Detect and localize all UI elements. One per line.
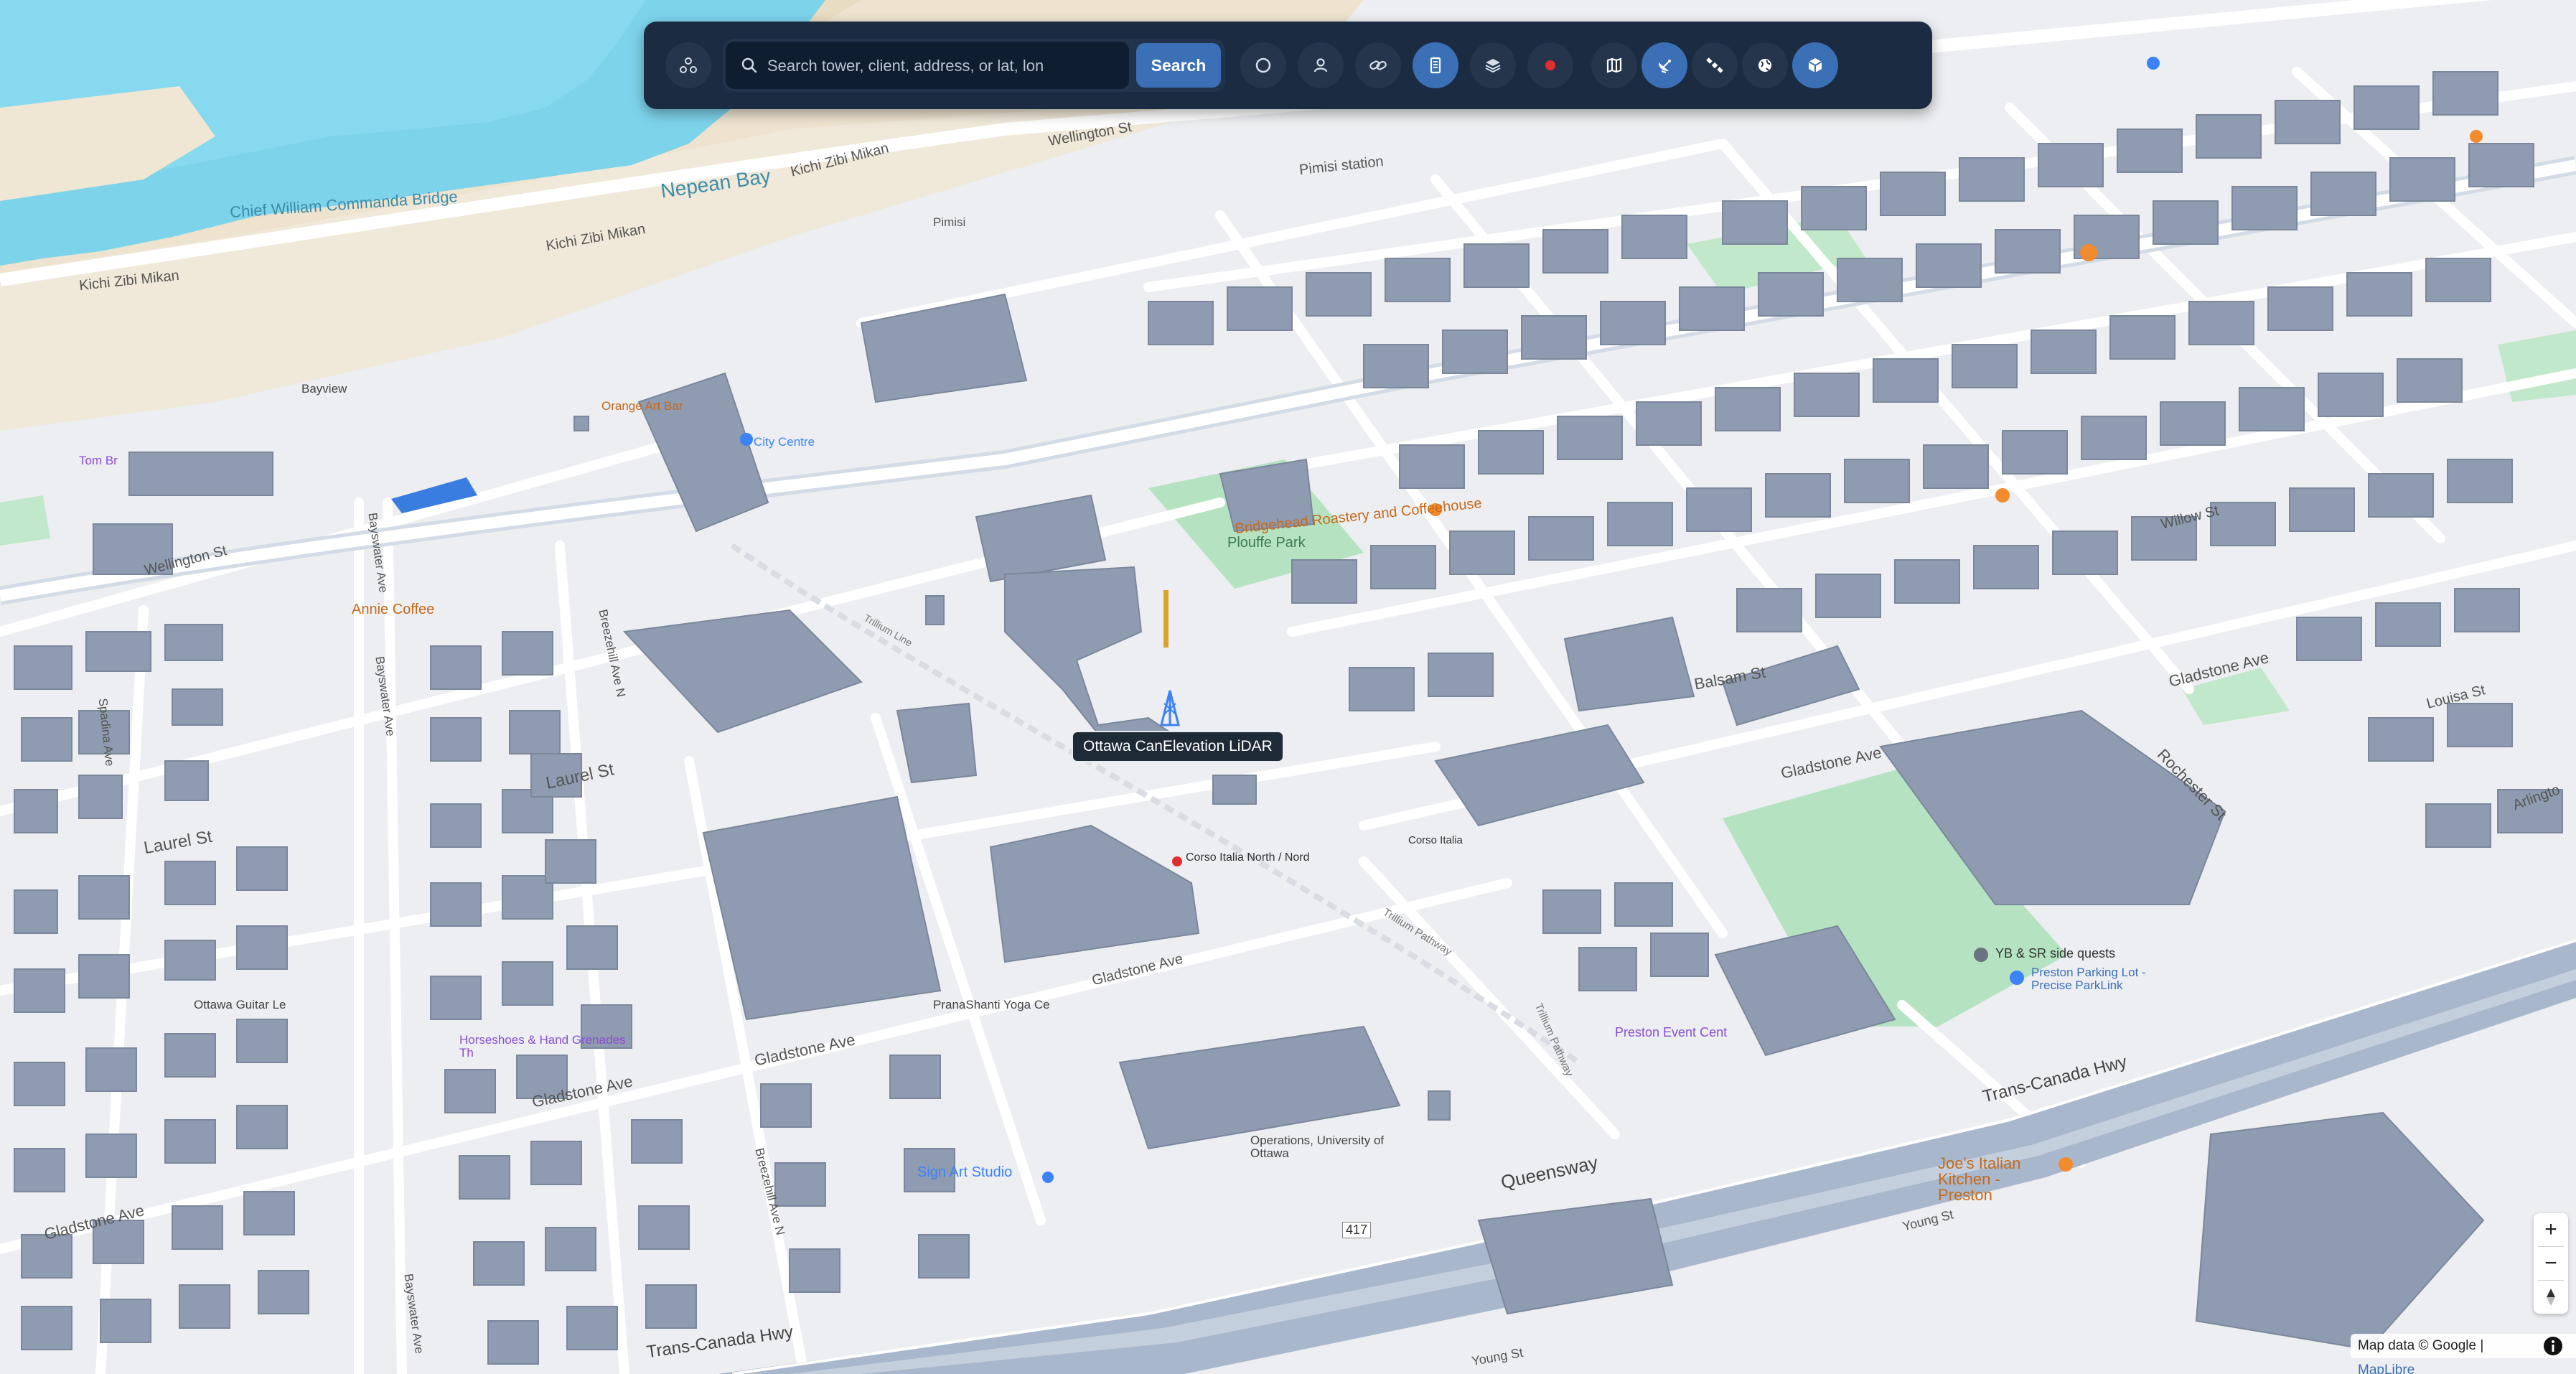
info-icon[interactable]: [2542, 1335, 2564, 1357]
label-preston-event: Preston Event Cent: [1615, 1025, 1728, 1039]
globe-button[interactable]: [1742, 42, 1788, 88]
label-sign-art-studio: Sign Art Studio: [917, 1164, 1013, 1180]
search-icon: [741, 57, 757, 73]
satellite-button[interactable]: [1692, 42, 1738, 88]
label-corso-italia: Corso Italia: [1408, 834, 1463, 846]
label-ottawa-guitar: Ottawa Guitar Le: [194, 998, 286, 1011]
maplibre-link[interactable]: MapLibre: [2358, 1363, 2415, 1374]
label-joes-italian: Joe's Italian Kitchen - Preston: [1938, 1154, 2021, 1204]
label-hwy-417: 417: [1342, 1222, 1372, 1238]
folded-map-icon: [1606, 57, 1622, 73]
compass-icon: [2547, 1289, 2555, 1306]
compass-button[interactable]: [2534, 1281, 2568, 1314]
link-button[interactable]: [1355, 42, 1401, 88]
cube-icon: [1808, 58, 1822, 73]
record-dot-icon: [1545, 60, 1555, 70]
layers-button[interactable]: [1470, 42, 1516, 88]
map-view-button[interactable]: [1591, 42, 1637, 88]
dish-antenna-button[interactable]: [1641, 42, 1687, 88]
record-button[interactable]: [1527, 42, 1573, 88]
top-toolbar: Search: [644, 22, 1932, 109]
3d-view-button[interactable]: [1792, 42, 1838, 88]
globe-icon: [1758, 59, 1771, 72]
map-canvas[interactable]: Nepean Bay Kichi Zibi Mikan Kichi Zibi M…: [0, 0, 2576, 1374]
tower-pole: [1163, 590, 1168, 648]
zoom-out-button[interactable]: −: [2534, 1247, 2568, 1280]
label-horseshoes: Horseshoes & Hand Grenades Th: [459, 1033, 626, 1060]
label-orange-art-bar: Orange Art Bar: [601, 399, 683, 413]
search-container: Search: [723, 39, 1225, 92]
tooltip-label: Ottawa CanElevation LiDAR: [1083, 738, 1273, 754]
label-tom-brown: Tom Br: [79, 454, 118, 467]
label-ottawa-operations: Operations, University of Ottawa: [1250, 1134, 1385, 1160]
label-bayview: Bayview: [301, 382, 347, 396]
network-nodes-icon: [680, 57, 697, 73]
tower-tooltip: Ottawa CanElevation LiDAR: [1072, 731, 1284, 762]
layers-icon: [1485, 59, 1501, 73]
circle-icon: [1255, 57, 1271, 73]
label-annie-coffee: Annie Coffee: [352, 602, 435, 617]
tower-network-button[interactable]: [665, 42, 711, 88]
label-preston-parking: Preston Parking Lot - Precise ParkLink: [2031, 966, 2146, 992]
search-box: [726, 42, 1129, 90]
search-input[interactable]: [766, 42, 1128, 90]
search-button[interactable]: Search: [1136, 43, 1221, 88]
label-city-centre: City Centre: [754, 435, 815, 449]
satellite-icon: [1706, 57, 1723, 73]
zoom-controls: + −: [2534, 1213, 2568, 1314]
circle-tool-button[interactable]: [1240, 42, 1286, 88]
zoom-in-button[interactable]: +: [2534, 1213, 2568, 1246]
attribution-text: Map data © Google |: [2358, 1338, 2484, 1353]
label-yb-sr: YB & SR side quests: [1995, 946, 2116, 961]
label-corso-italia-north: Corso Italia North / Nord: [1186, 851, 1310, 864]
link-icon: [1369, 60, 1387, 70]
person-icon: [1313, 58, 1328, 73]
building-icon: [1430, 57, 1441, 74]
buildings-button[interactable]: [1413, 42, 1458, 88]
label-pimisi: Pimisi: [933, 215, 966, 229]
satellite-dish-icon: [1659, 60, 1671, 73]
label-pranashanti: PranaShanti Yoga Ce: [933, 998, 1050, 1011]
client-button[interactable]: [1298, 42, 1344, 88]
